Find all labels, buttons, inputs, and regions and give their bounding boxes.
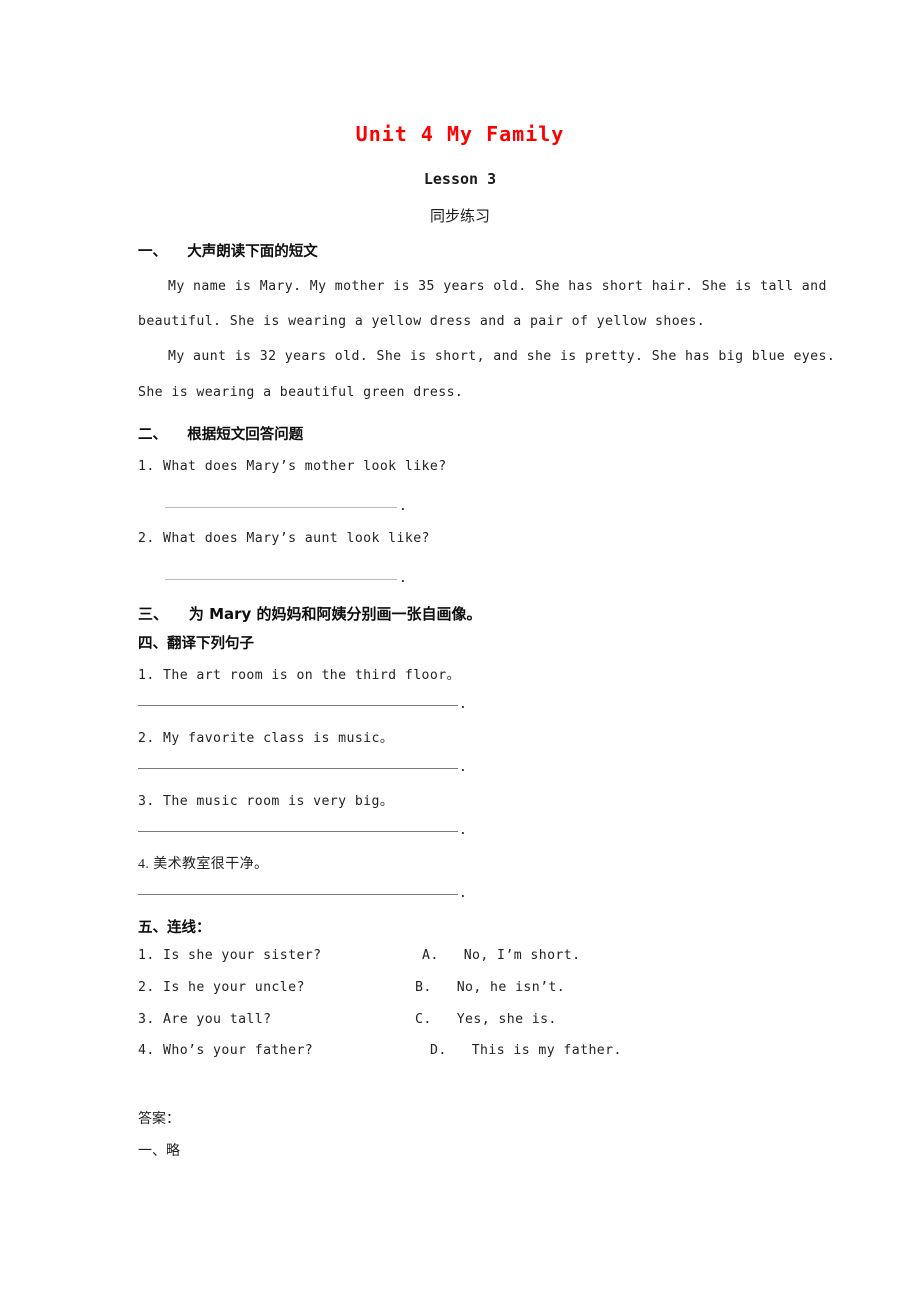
blank-rule <box>138 768 458 769</box>
blank-rule <box>165 507 397 508</box>
translate-item: 4. 美术教室很干净。 <box>138 857 269 872</box>
reading-paragraph-line: My aunt is 32 years old. She is short, a… <box>168 349 836 364</box>
blank-rule <box>138 894 458 895</box>
translate-item: 2. My favorite class is music。 <box>138 731 394 746</box>
answers-item: 一、略 <box>138 1144 180 1159</box>
section-heading-two: 二、 根据短文回答问题 <box>138 427 304 443</box>
question-item: 2. What does Mary’s aunt look like? <box>138 531 430 546</box>
match-left-item[interactable]: 2. Is he your uncle? <box>138 980 305 995</box>
match-left-item[interactable]: 4. Who’s your father? <box>138 1043 313 1058</box>
match-right-item[interactable]: D. This is my father. <box>430 1043 622 1058</box>
answer-blank[interactable]: . <box>165 569 407 586</box>
blank-period: . <box>459 697 467 712</box>
blank-rule <box>138 705 458 706</box>
match-right-item[interactable]: A. No, I’m short. <box>422 948 580 963</box>
blank-period: . <box>399 571 407 586</box>
blank-rule <box>138 831 458 832</box>
lesson-label: Lesson 3 <box>423 170 497 188</box>
reading-paragraph-line: My name is Mary. My mother is 35 years o… <box>168 279 827 294</box>
answer-blank[interactable]: . <box>165 497 407 514</box>
match-right-item[interactable]: C. Yes, she is. <box>415 1012 557 1027</box>
section-heading-three: 三、 为 Mary 的妈妈和阿姨分别画一张自画像。 <box>138 605 482 623</box>
translate-item: 1. The art room is on the third floor。 <box>138 668 461 683</box>
section-heading-five: 五、连线： <box>138 920 211 936</box>
section-heading-four: 四、翻译下列句子 <box>138 636 254 652</box>
match-right-item[interactable]: B. No, he isn’t. <box>415 980 565 995</box>
question-item: 1. What does Mary’s mother look like? <box>138 459 447 474</box>
answer-blank[interactable]: . <box>138 758 468 775</box>
reading-paragraph-line: beautiful. She is wearing a yellow dress… <box>138 314 706 329</box>
page-title: Unit 4 My Family <box>355 122 565 146</box>
translate-item: 3. The music room is very big。 <box>138 794 394 809</box>
blank-period: . <box>459 823 467 838</box>
blank-period: . <box>459 760 467 775</box>
worksheet-page: Unit 4 My Family Lesson 3 同步练习 一、 大声朗读下面… <box>0 0 920 1302</box>
blank-rule <box>165 579 397 580</box>
worksheet-label: 同步练习 <box>429 209 490 225</box>
section-heading-one: 一、 大声朗读下面的短文 <box>138 244 318 260</box>
blank-period: . <box>459 886 467 901</box>
match-left-item[interactable]: 1. Is she your sister? <box>138 948 321 963</box>
answer-blank[interactable]: . <box>138 821 468 838</box>
reading-paragraph-line: She is wearing a beautiful green dress. <box>138 385 464 400</box>
blank-period: . <box>399 499 407 514</box>
answer-blank[interactable]: . <box>138 884 468 901</box>
match-left-item[interactable]: 3. Are you tall? <box>138 1012 271 1027</box>
answer-blank[interactable]: . <box>138 695 468 712</box>
answers-label: 答案： <box>138 1112 180 1127</box>
